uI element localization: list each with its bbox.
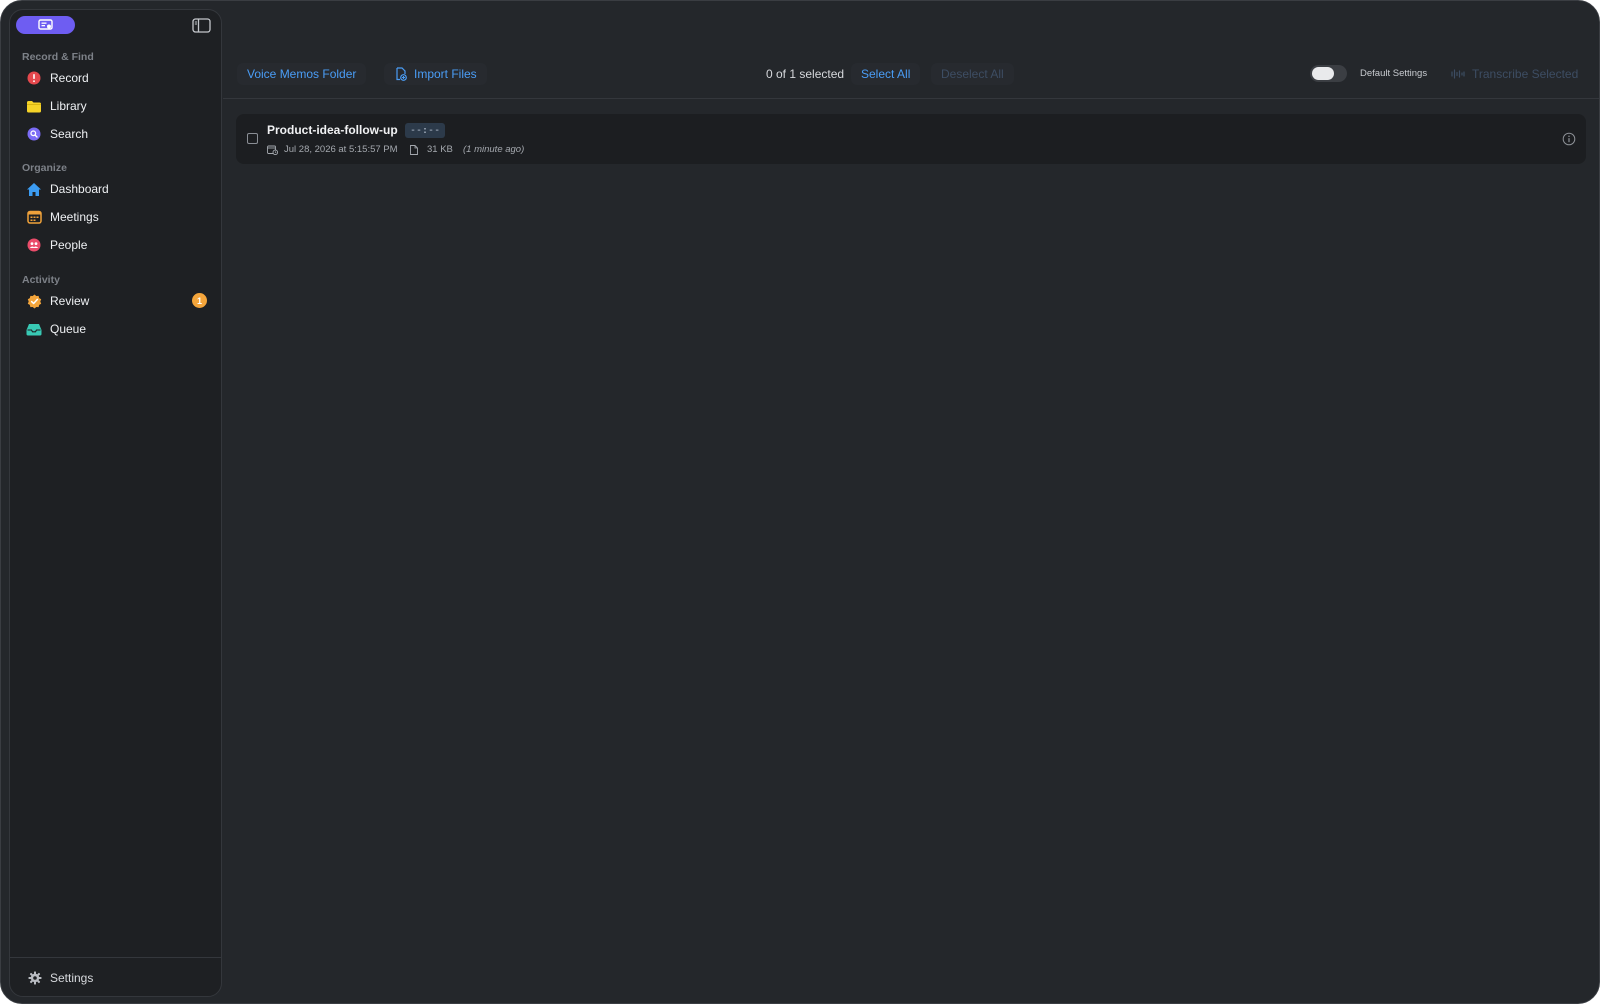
sidebar-item-label: Review [50, 294, 90, 308]
file-name: Product-idea-follow-up [267, 123, 398, 137]
select-all-label: Select All [861, 67, 911, 81]
file-relative-time: (1 minute ago) [463, 144, 524, 155]
file-size-text: 31 KB [427, 144, 453, 155]
import-files-button[interactable]: Import Files [384, 63, 487, 85]
settings-label: Settings [50, 971, 94, 985]
app-logo-icon [37, 19, 53, 30]
voice-memos-folder-label: Voice Memos Folder [247, 67, 357, 81]
select-all-button[interactable]: Select All [851, 63, 921, 85]
sidebar-item-label: Search [50, 127, 89, 141]
selection-count: 0 of 1 selected [766, 67, 845, 81]
file-date-text: Jul 28, 2026 at 5:15:57 PM [284, 144, 398, 155]
sidebar-footer: Settings [10, 957, 221, 996]
deselect-all-button[interactable]: Deselect All [931, 63, 1014, 85]
import-files-label: Import Files [414, 67, 477, 81]
sidebar-icon [192, 17, 211, 33]
transcribe-selected-label: Transcribe Selected [1472, 67, 1579, 81]
toolbar: Voice Memos Folder Import Files 0 of 1 s… [223, 57, 1599, 99]
record-icon [26, 70, 42, 86]
review-count-badge: 1 [192, 293, 207, 308]
search-icon [26, 126, 42, 142]
section-label-organize: Organize [22, 162, 67, 174]
app-window: Record & Find Record Library Search Orga… [0, 0, 1600, 1004]
section-label-activity: Activity [22, 274, 60, 286]
transcribe-selected-button[interactable]: Transcribe Selected [1441, 63, 1588, 85]
sidebar-item-label: Meetings [50, 210, 99, 224]
sidebar-item-label: Library [50, 99, 87, 113]
deselect-all-label: Deselect All [941, 67, 1004, 81]
section-label-record-find: Record & Find [22, 51, 94, 63]
file-list-item[interactable]: Product-idea-follow-up --:-- Jul 28, 202… [236, 114, 1586, 164]
calendar-clock-icon [267, 145, 278, 155]
default-settings-toggle[interactable] [1310, 65, 1347, 82]
sidebar-item-queue[interactable]: Queue [18, 316, 215, 342]
sidebar-item-library[interactable]: Library [18, 93, 215, 119]
file-info-button[interactable] [1562, 132, 1576, 146]
gear-icon [28, 971, 42, 985]
default-settings-label: Default Settings [1360, 68, 1428, 79]
house-icon [26, 181, 42, 197]
sidebar-item-dashboard[interactable]: Dashboard [18, 176, 215, 202]
calendar-icon [26, 209, 42, 225]
sidebar-item-label: Dashboard [50, 182, 109, 196]
sidebar-item-meetings[interactable]: Meetings [18, 204, 215, 230]
sidebar-item-label: Queue [50, 322, 87, 336]
sidebar-item-label: People [50, 238, 88, 252]
checkmark-seal-icon [26, 293, 42, 309]
toggle-knob [1312, 67, 1334, 80]
file-select-checkbox[interactable] [247, 133, 258, 144]
sidebar: Record & Find Record Library Search Orga… [9, 9, 222, 997]
document-icon [410, 144, 418, 155]
file-size: 31 KB [410, 144, 453, 155]
sidebar-toggle-button[interactable] [192, 17, 211, 33]
folder-icon [26, 98, 42, 114]
info-icon [1562, 132, 1576, 146]
sidebar-item-record[interactable]: Record [18, 65, 215, 91]
sidebar-item-people[interactable]: People [18, 232, 215, 258]
sidebar-item-review[interactable]: Review 1 [18, 288, 215, 314]
waveform-icon [1451, 69, 1465, 79]
sidebar-item-label: Record [50, 71, 89, 85]
file-relative-time-text: (1 minute ago) [463, 144, 525, 155]
voice-memos-folder-button[interactable]: Voice Memos Folder [237, 63, 367, 85]
file-date: Jul 28, 2026 at 5:15:57 PM [267, 144, 398, 155]
people-icon [26, 237, 42, 253]
settings-button[interactable]: Settings [28, 968, 93, 988]
tray-icon [26, 321, 42, 337]
duration-badge: --:-- [405, 123, 446, 138]
sidebar-item-search[interactable]: Search [18, 121, 215, 147]
import-file-icon [396, 67, 407, 81]
app-switcher-button[interactable] [16, 16, 75, 34]
